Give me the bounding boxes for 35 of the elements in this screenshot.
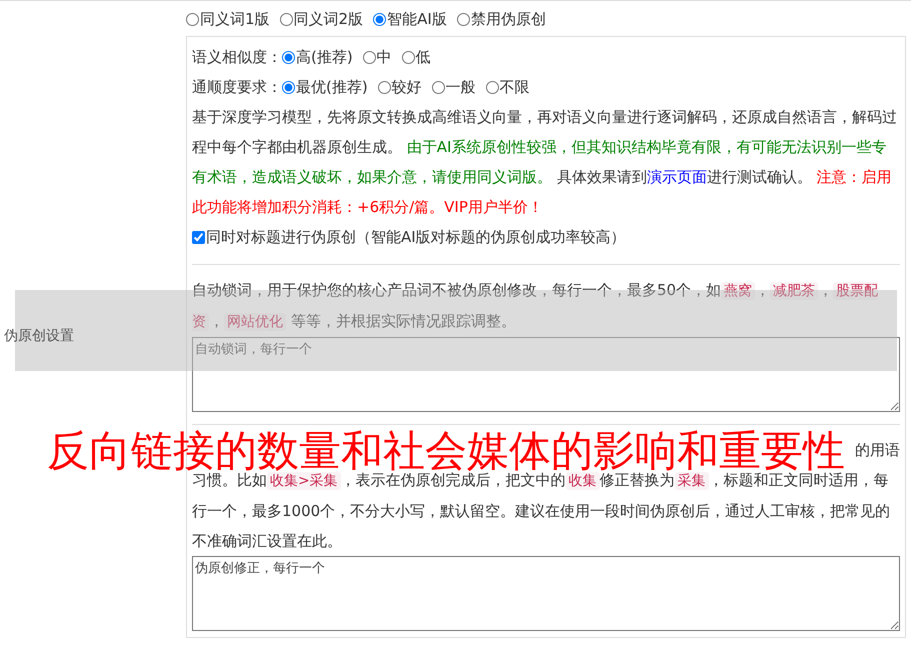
- option-label: 同义词2版: [294, 10, 364, 28]
- option-label: 智能AI版: [387, 10, 447, 28]
- radio-button[interactable]: [280, 13, 293, 26]
- option-label: 同义词1版: [200, 10, 270, 28]
- option-label: 高(推荐): [296, 48, 353, 66]
- option-label: 一般: [446, 78, 476, 96]
- lock-words-field[interactable]: 自动锁词，每行一个: [192, 337, 900, 412]
- demo-page-link[interactable]: 演示页面: [646, 168, 707, 186]
- option-label: 低: [416, 48, 431, 66]
- radio-button[interactable]: [186, 13, 199, 26]
- checkbox[interactable]: [192, 231, 205, 244]
- lock-words-description: 自动锁词，用于保护您的核心产品词不被伪原创修改，每行一个，最多50个，如 燕窝 ， 减肥茶 ， 股票配资 ， 网站优化 等等，并根据实际情况跟踪调整。: [192, 280, 880, 333]
- option-label: 禁用伪原创: [470, 10, 546, 28]
- description-fragment: 的用语: [855, 441, 900, 459]
- correction-field[interactable]: 伪原创修正，每行一个: [192, 556, 900, 631]
- radio-button[interactable]: [378, 81, 391, 94]
- radio-button[interactable]: [432, 81, 445, 94]
- checkbox-label: 同时对标题进行伪原创（智能AI版对标题的伪原创成功率较高）: [206, 228, 626, 246]
- radio-button[interactable]: [402, 51, 415, 64]
- option-label: 最优(推荐): [296, 78, 368, 96]
- option-label: 较好: [392, 78, 422, 96]
- row-label: 伪原创设置: [3, 326, 74, 346]
- field-label: 通顺度要求：: [192, 78, 282, 96]
- radio-button[interactable]: [282, 51, 295, 64]
- option-label: 中: [376, 48, 392, 66]
- radio-button[interactable]: [486, 81, 499, 94]
- option-label: 不限: [500, 78, 530, 96]
- radio-button[interactable]: [362, 51, 376, 64]
- correction-description: 习惯。比如 收集>采集 ，表示在伪原创完成后，把文中的 收集 修正替换为 采集 ，标题和正文同时适用，每行一个，最多1000个，不分大小写，默认留空。建议在使用一段时间伪原创后，通过人工审核，把常见的不准确词汇设置在此。: [192, 471, 892, 552]
- radio-button[interactable]: [456, 13, 470, 26]
- overlay-title: 反向链接的数量和社会媒体的影响和重要性: [47, 429, 845, 472]
- radio-button[interactable]: [373, 13, 386, 26]
- description-text: 基于深度学习模型，先将原文转换成高维语义向量，再对语义向量进行逐词解码，还原成自然语言，解码过程中每个字都由机器原创生成。 由于AI系统原创性较强，但其知识结构毕竟有限，有可能无法识别一些专有术语，造成语义破坏，如果介意，请使用同义词版。 具体效果请到演示页面进行测试确认。 注意：启用此功能将增加积分消耗：+6积分/篇。VIP用户半价！: [192, 107, 898, 218]
- field-label: 语义相似度：: [192, 48, 282, 66]
- radio-button[interactable]: [282, 81, 295, 94]
